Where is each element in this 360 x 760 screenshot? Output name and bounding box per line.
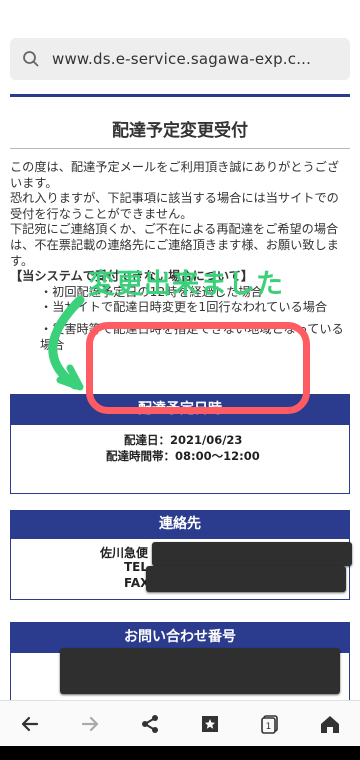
intro-line-2: 恐れ入りますが、下記事項に該当する場合には当サイトでの受付を行なうことができませ… <box>10 191 339 221</box>
redaction-block <box>60 648 340 694</box>
home-button[interactable] <box>310 704 350 744</box>
bookmark-star-icon <box>202 716 218 732</box>
contact-heading: 連絡先 <box>10 510 350 538</box>
delivery-time-value: 08:00～12:00 <box>175 449 260 463</box>
delivery-date: 配達日：2021/06/23 <box>124 432 242 448</box>
contact-company: 佐川急便 <box>100 546 149 560</box>
title-divider <box>10 148 350 149</box>
arrow-left-icon <box>21 716 39 732</box>
url-text: www.ds.e-service.sagawa-exp.c... <box>52 50 312 68</box>
handwritten-note: 変更出来ました <box>88 269 284 300</box>
contact-tel-label: TEL <box>124 560 149 574</box>
system-nav-strip <box>0 746 360 760</box>
redaction-block <box>146 566 346 592</box>
home-icon <box>321 716 339 733</box>
arrow-annotation <box>48 295 85 391</box>
tabs-icon: 1 <box>261 715 278 734</box>
share-icon <box>142 715 158 733</box>
intro-line-1: この度は、配達予定メールをご利用頂き誠にありがとうございます。 <box>10 160 340 190</box>
search-icon <box>23 51 39 67</box>
browser-navbar: 1 <box>0 700 360 747</box>
back-button[interactable] <box>10 704 50 744</box>
delivery-date-label: 配達日： <box>124 433 170 447</box>
tab-count: 1 <box>266 722 272 732</box>
delivery-time: 配達時間帯：08:00～12:00 <box>106 448 260 464</box>
browser-toolbar: www.ds.e-service.sagawa-exp.c... <box>0 0 360 88</box>
delivery-date-value: 2021/06/23 <box>170 433 243 447</box>
page-title: 配達予定変更受付 <box>112 121 248 141</box>
arrow-right-icon <box>81 716 99 732</box>
address-bar[interactable]: www.ds.e-service.sagawa-exp.c... <box>10 38 350 80</box>
redaction-block <box>152 542 352 566</box>
delivery-time-label: 配達時間帯： <box>106 449 175 463</box>
tabs-button[interactable]: 1 <box>250 704 290 744</box>
forward-button[interactable] <box>70 704 110 744</box>
highlight-oval <box>86 322 310 414</box>
share-button[interactable] <box>130 704 170 744</box>
bookmark-button[interactable] <box>190 704 230 744</box>
